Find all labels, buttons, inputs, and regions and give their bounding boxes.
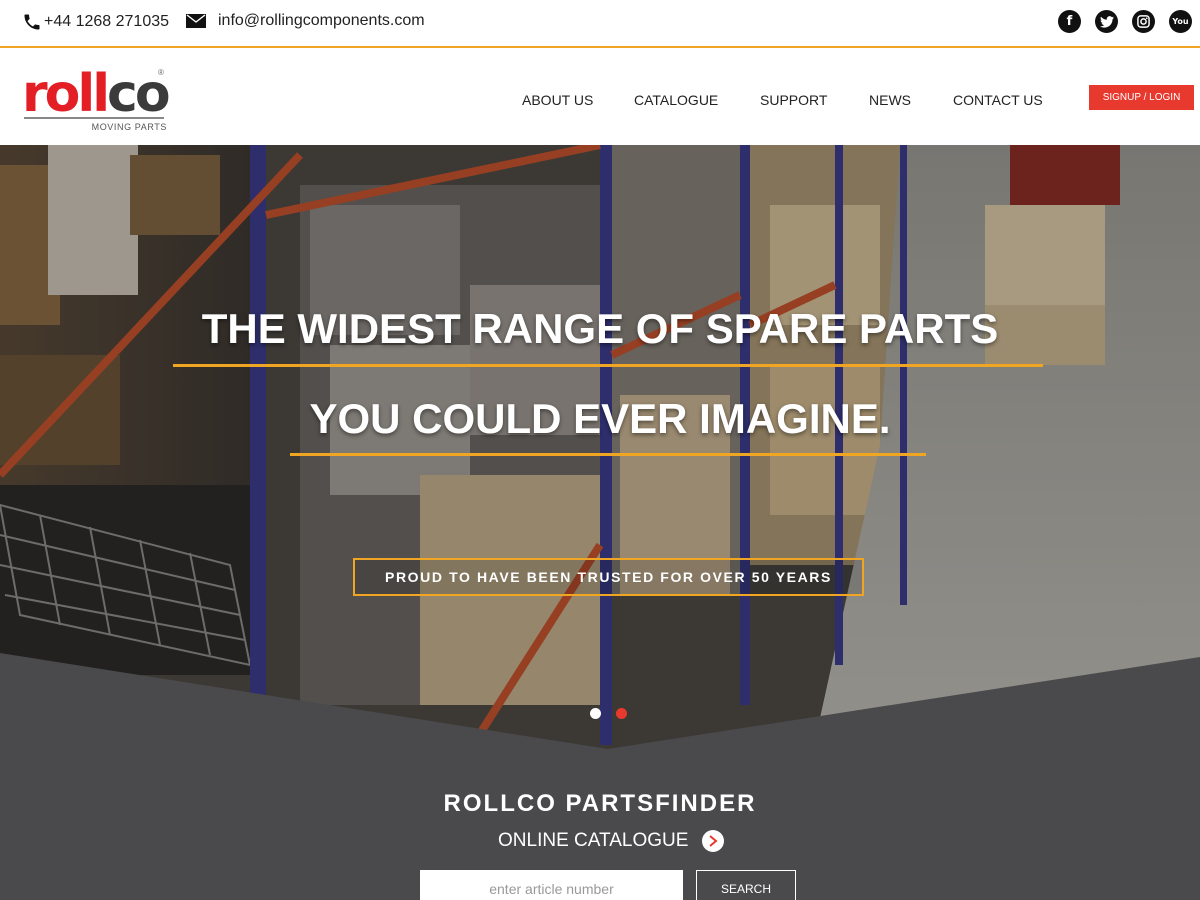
phone-contact[interactable]: +44 1268 271035 — [22, 12, 169, 32]
nav-support[interactable]: SUPPORT — [760, 92, 827, 108]
partsfinder-title: ROLLCO PARTSFINDER — [443, 790, 757, 817]
hero-headline-line-2: YOU COULD EVER IMAGINE. — [309, 395, 891, 442]
chevron-right-icon — [702, 830, 725, 852]
facebook-glyph: f — [1066, 14, 1073, 29]
online-catalogue-link[interactable]: ONLINE CATALOGUE — [498, 830, 725, 852]
nav-catalogue[interactable]: CATALOGUE — [634, 92, 718, 108]
slider-dot-2[interactable] — [616, 708, 627, 719]
hero-headline-line-1: THE WIDEST RANGE OF SPARE PARTS — [201, 305, 999, 352]
phone-icon — [24, 14, 40, 30]
site-header: rollco ® MOVING PARTS ABOUT US CATALOGUE… — [0, 50, 1200, 145]
hero-slider: THE WIDEST RANGE OF SPARE PARTS YOU COUL… — [0, 145, 1200, 900]
slider-dot-1[interactable] — [590, 708, 601, 719]
online-catalogue-label: ONLINE CATALOGUE — [498, 830, 689, 851]
logo-tagline: MOVING PARTS — [91, 122, 167, 132]
twitter-icon[interactable] — [1095, 10, 1118, 33]
instagram-icon[interactable] — [1132, 10, 1155, 33]
phone-number: +44 1268 271035 — [44, 13, 170, 30]
signup-login-button[interactable]: SIGNUP / LOGIN — [1089, 85, 1194, 110]
search-button[interactable]: SEARCH — [696, 870, 796, 900]
warehouse-background-image — [0, 145, 1200, 900]
youtube-icon[interactable]: You — [1169, 10, 1192, 33]
facebook-icon[interactable]: f — [1058, 10, 1081, 33]
nav-contact-us[interactable]: CONTACT US — [953, 92, 1043, 108]
social-links: f You — [1058, 10, 1192, 33]
trusted-badge: PROUD TO HAVE BEEN TRUSTED FOR OVER 50 Y… — [353, 558, 864, 596]
article-number-input[interactable] — [420, 870, 683, 900]
registered-mark: ® — [158, 68, 164, 77]
email-address: info@rollingcomponents.com — [218, 12, 425, 29]
logo-underline — [24, 117, 164, 119]
email-contact[interactable]: info@rollingcomponents.com — [186, 12, 425, 30]
rollco-logo[interactable]: rollco ® MOVING PARTS — [22, 68, 171, 132]
logo-word-red: roll — [22, 64, 110, 124]
logo-wordmark: rollco — [22, 68, 171, 120]
envelope-icon — [186, 14, 206, 28]
top-contact-bar: +44 1268 271035 info@rollingcomponents.c… — [0, 0, 1200, 48]
nav-news[interactable]: NEWS — [869, 92, 911, 108]
nav-about-us[interactable]: ABOUT US — [522, 92, 593, 108]
youtube-glyph: You — [1172, 16, 1189, 26]
headline-1-underline — [173, 364, 1043, 367]
headline-2-underline — [290, 453, 926, 456]
